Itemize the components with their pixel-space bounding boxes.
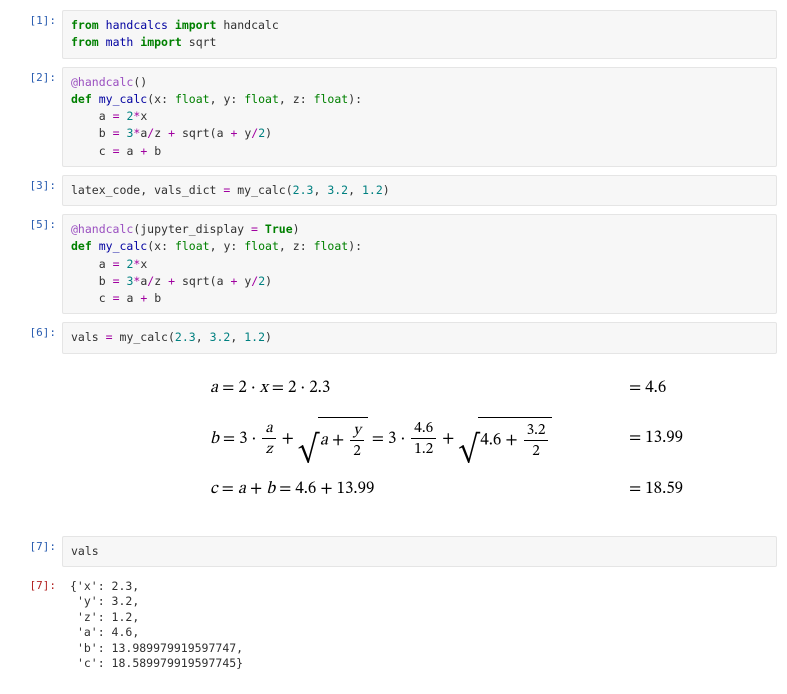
math-rhs-c: = 18.59 xyxy=(619,479,769,500)
math-lhs-a: a = 2 · x = 2 · 2.3 xyxy=(70,378,619,399)
prompt-in-3: [3]: xyxy=(10,175,62,192)
name-sqrt: sqrt xyxy=(189,35,217,49)
mod-handcalcs: handcalcs xyxy=(106,18,168,32)
prompt-in-6: [6]: xyxy=(10,322,62,339)
math-row-a: a = 2 · x = 2 · 2.3 = 4.6 xyxy=(70,378,769,399)
cell-7: [7]: vals xyxy=(10,536,777,567)
code-input-7[interactable]: vals xyxy=(62,536,777,567)
code-input-2[interactable]: @handcalc() def my_calc(x: float, y: flo… xyxy=(62,67,777,167)
math-lhs-c: c = a + b = 4.6 + 13.99 xyxy=(70,479,619,500)
cell-5: [5]: @handcalc(jupyter_display = True) d… xyxy=(10,214,777,314)
text-output-7: {'x': 2.3, 'y': 3.2, 'z': 1.2, 'a': 4.6,… xyxy=(62,575,777,676)
cell-6: [6]: vals = my_calc(2.3, 3.2, 1.2) xyxy=(10,322,777,353)
fn-mycalc: my_calc xyxy=(99,92,147,106)
math-rhs-a: = 4.6 xyxy=(619,378,769,399)
prompt-out-7: [7]: xyxy=(10,575,62,592)
math-display: a = 2 · x = 2 · 2.3 = 4.6 b = 3 · az + √… xyxy=(62,362,777,528)
mod-math: math xyxy=(106,35,134,49)
decorator-handcalc: @handcalc xyxy=(71,222,133,236)
prompt-in-7: [7]: xyxy=(10,536,62,553)
code-input-3[interactable]: latex_code, vals_dict = my_calc(2.3, 3.2… xyxy=(62,175,777,206)
cell-7-output: [7]: {'x': 2.3, 'y': 3.2, 'z': 1.2, 'a':… xyxy=(10,575,777,676)
math-row-c: c = a + b = 4.6 + 13.99 = 18.59 xyxy=(70,479,769,500)
cell-6-math-output: a = 2 · x = 2 · 2.3 = 4.6 b = 3 · az + √… xyxy=(10,362,777,528)
prompt-in-5: [5]: xyxy=(10,214,62,231)
kw-from: from xyxy=(71,35,99,49)
name-handcalc: handcalc xyxy=(223,18,278,32)
kw-from: from xyxy=(71,18,99,32)
math-row-b: b = 3 · az + √a + y2 = 3 · 4.61.2 + √4.6… xyxy=(70,417,769,461)
kw-import: import xyxy=(175,18,217,32)
math-lhs-b: b = 3 · az + √a + y2 = 3 · 4.61.2 + √4.6… xyxy=(70,417,619,461)
prompt-in-1: [1]: xyxy=(10,10,62,27)
kw-def: def xyxy=(71,92,92,106)
cell-1: [1]: from handcalcs import handcalc from… xyxy=(10,10,777,59)
code-input-5[interactable]: @handcalc(jupyter_display = True) def my… xyxy=(62,214,777,314)
decorator-handcalc: @handcalc xyxy=(71,75,133,89)
math-rhs-b: = 13.99 xyxy=(619,428,769,449)
kw-import: import xyxy=(140,35,182,49)
cell-3: [3]: latex_code, vals_dict = my_calc(2.3… xyxy=(10,175,777,206)
prompt-empty xyxy=(10,362,62,366)
code-input-6[interactable]: vals = my_calc(2.3, 3.2, 1.2) xyxy=(62,322,777,353)
paren: ) xyxy=(140,75,147,89)
cell-2: [2]: @handcalc() def my_calc(x: float, y… xyxy=(10,67,777,167)
code-input-1[interactable]: from handcalcs import handcalc from math… xyxy=(62,10,777,59)
prompt-in-2: [2]: xyxy=(10,67,62,84)
